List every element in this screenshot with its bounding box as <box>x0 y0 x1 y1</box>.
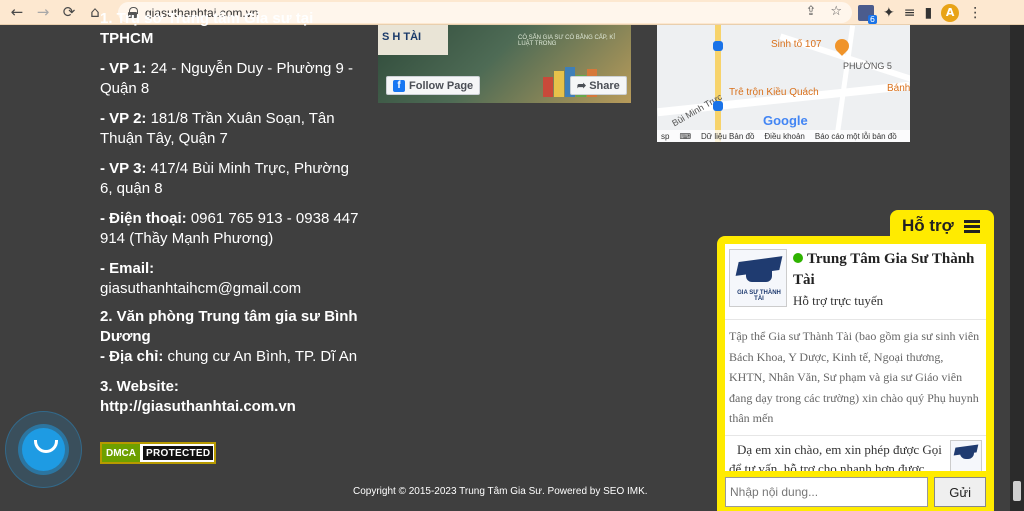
dmca-label: DMCA <box>102 444 140 462</box>
follow-page-button[interactable]: f Follow Page <box>386 76 481 95</box>
dmca-badge[interactable]: DMCA PROTECTED <box>100 442 216 464</box>
copyright-text: Copyright © 2015-2023 Trung Tâm Gia Sư. … <box>353 486 648 497</box>
support-chat-widget: GIA SƯ THÀNH TÀI Trung Tâm Gia Sư Thành … <box>717 236 994 511</box>
map-report-link[interactable]: Báo cáo một lỗi bản đồ <box>815 132 897 141</box>
agent-logo: GIA SƯ THÀNH TÀI <box>729 249 787 307</box>
bookmark-star-icon[interactable]: ☆ <box>830 4 842 19</box>
section3-block: 3. Website: http://giasuthanhtai.com.vn <box>100 378 296 415</box>
contact-column: 1. Trụ sở Trung tâm Gia sư tại TPHCM - V… <box>100 10 360 427</box>
hamburger-menu-icon[interactable] <box>963 219 980 233</box>
facebook-page-widget[interactable]: S H TÀI CÓ SẴN GIA SƯ CÓ BẰNG CẤP, KỈ LU… <box>378 25 631 103</box>
share-arrow-icon: ➦ <box>577 80 587 92</box>
phone-call-icon[interactable] <box>22 428 65 471</box>
email-line: - Email: giasuthanhtaihcm@gmail.com <box>100 260 302 297</box>
section2-block: 2. Văn phòng Trung tâm gia sư Bình Dương… <box>100 308 358 365</box>
side-panel-icon[interactable]: ▮ <box>924 5 932 21</box>
dmca-protected-label: PROTECTED <box>143 446 214 460</box>
agent-name: Trung Tâm Gia Sư Thành Tài <box>793 251 975 288</box>
email-link[interactable]: giasuthanhtaihcm@gmail.com <box>100 280 301 297</box>
send-button[interactable]: Gửi <box>934 477 986 507</box>
facebook-cover-logo: S H TÀI <box>378 25 448 55</box>
online-status-icon <box>793 253 803 263</box>
chat-message-input[interactable] <box>725 477 929 507</box>
puzzle-icon[interactable]: ✦ <box>883 5 895 21</box>
map-attribution-bar: sp ⌨ Dữ liệu Bản đồ Điều khoản Báo cáo m… <box>657 130 910 142</box>
google-map[interactable]: Sinh tố 107 PHƯỜNG 5 Bùi Minh Trực Trê t… <box>657 25 910 142</box>
phone-line: - Điện thoại: 0961 765 913 - 0938 447 91… <box>100 210 359 247</box>
bus-stop-icon[interactable] <box>713 101 723 111</box>
website-link[interactable]: http://giasuthanhtai.com.vn <box>100 398 296 415</box>
chat-message: Dạ em xin chào, em xin phép được Gọi để … <box>725 436 986 472</box>
page-scrollbar[interactable] <box>1010 25 1024 511</box>
section1-title: 1. Trụ sở Trung tâm Gia sư tại TPHCM <box>100 10 314 47</box>
map-label-restaurant: Sinh tố 107 <box>771 39 822 50</box>
map-label-edge: Bánh <box>887 83 910 94</box>
facebook-icon: f <box>393 79 405 92</box>
share-button[interactable]: ➦ Share <box>570 76 627 95</box>
facebook-tagline: CÓ SẴN GIA SƯ CÓ BẰNG CẤP, KỈ LUẬT TRONG <box>518 35 616 47</box>
scrollbar-thumb[interactable] <box>1013 481 1021 501</box>
bus-stop-icon-2[interactable] <box>713 41 723 51</box>
back-icon[interactable]: ← <box>4 0 30 25</box>
vp3-line: - VP 3: 417/4 Bùi Minh Trực, Phường 6, q… <box>100 160 349 197</box>
extension-icon[interactable]: 6 <box>858 4 877 24</box>
google-logo: Google <box>763 113 808 128</box>
support-intro-text: Tập thể Gia sư Thành Tài (bao gồm gia sư… <box>725 320 986 436</box>
forward-icon[interactable]: → <box>30 0 56 25</box>
facebook-page-title: S H TÀI <box>382 31 422 43</box>
agent-status: Hỗ trợ trực tuyến <box>793 293 884 308</box>
map-data-link[interactable]: Dữ liệu Bản đồ <box>701 132 754 141</box>
share-icon[interactable]: ⇪ <box>805 4 816 19</box>
profile-avatar[interactable]: A <box>941 3 960 22</box>
extension-badge-count: 6 <box>867 14 877 24</box>
map-label-ward: PHƯỜNG 5 <box>843 61 892 71</box>
media-control-icon[interactable]: ≡ <box>904 5 916 21</box>
map-terms-link[interactable]: Điều khoản <box>764 132 804 141</box>
reload-icon[interactable]: ⟳ <box>56 0 82 25</box>
support-tab[interactable]: Hỗ trợ <box>890 210 994 242</box>
map-edge-text: sp <box>661 131 670 141</box>
chat-message-text: Dạ em xin chào, em xin phép được Gọi để … <box>729 441 942 472</box>
menu-icon[interactable]: ⋮ <box>968 5 982 21</box>
vp1-line: - VP 1: 24 - Nguyễn Duy - Phường 9 - Quậ… <box>100 60 354 97</box>
logo-text: GIA SƯ THÀNH TÀI <box>737 290 781 302</box>
chat-message-avatar <box>950 439 982 471</box>
support-agent-card: GIA SƯ THÀNH TÀI Trung Tâm Gia Sư Thành … <box>725 244 986 320</box>
support-tab-label: Hỗ trợ <box>902 216 954 235</box>
vp2-line: - VP 2: 181/8 Trần Xuân Soạn, Tân Thuận … <box>100 110 335 147</box>
keyboard-icon[interactable]: ⌨ <box>679 132 691 141</box>
map-label-food: Trê trộn Kiều Quách <box>729 87 819 98</box>
support-chat-body[interactable]: GIA SƯ THÀNH TÀI Trung Tâm Gia Sư Thành … <box>725 244 986 471</box>
chat-input-row: Gửi <box>725 477 986 507</box>
